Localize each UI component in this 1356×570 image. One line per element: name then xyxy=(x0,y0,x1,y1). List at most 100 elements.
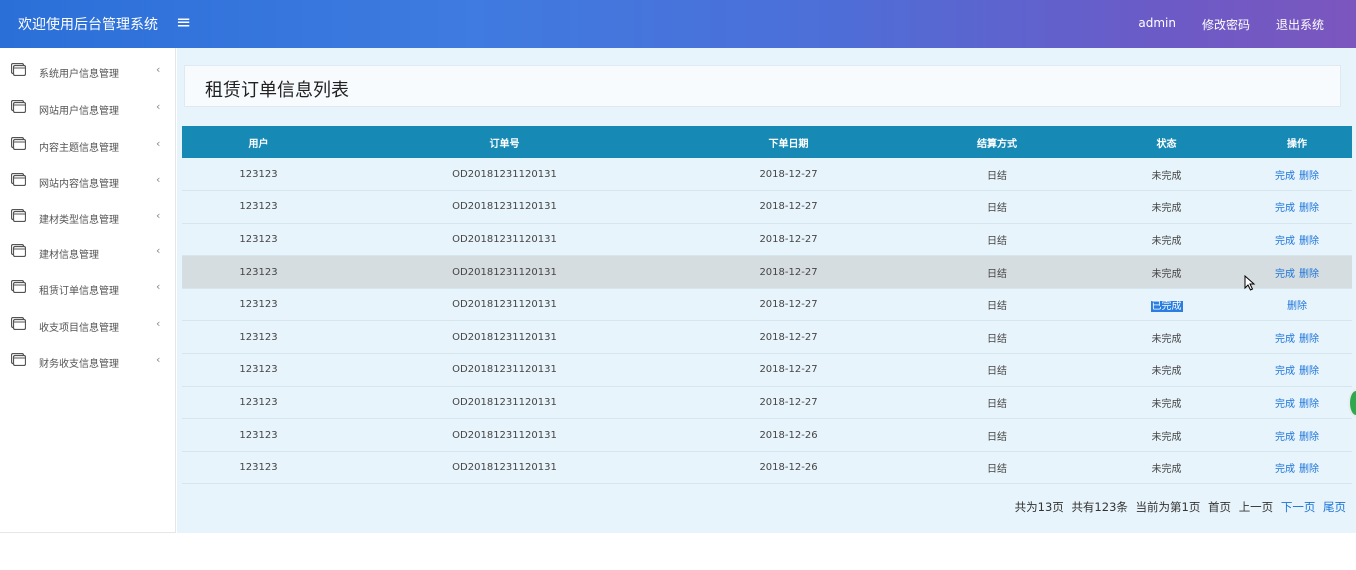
sidebar-item[interactable]: 收支项目信息管理 ‹ xyxy=(0,307,176,343)
sidebar: 系统用户信息管理 ‹ 网站用户信息管理 ‹ 内容主题信息管理 ‹ 网站内容信息管理 ‹ 建材类型… xyxy=(0,48,176,533)
table-row[interactable]: 123123 OD20181231120131 2018-12-27 日结 未完成 完成删… xyxy=(182,158,1352,191)
cell-user: 123123 xyxy=(239,233,278,245)
column-header-settle[interactable]: 结算方式 xyxy=(903,126,1091,158)
chevron-left-icon: ‹ xyxy=(156,100,161,113)
cell-settle: 日结 xyxy=(987,268,1007,280)
logout-link[interactable]: 退出系统 xyxy=(1276,16,1324,33)
status-text: 未完成 xyxy=(1151,203,1182,215)
table-row[interactable]: 123123 OD20181231120131 2018-12-26 日结 未完成 完成删… xyxy=(182,419,1352,452)
table-row[interactable]: 123123 OD20181231120131 2018-12-27 日结 已完成 删除 xyxy=(182,288,1352,321)
cell-date: 2018-12-26 xyxy=(759,429,818,441)
cell-settle: 日结 xyxy=(987,431,1007,443)
sidebar-item-label: 网站用户信息管理 xyxy=(39,106,119,117)
sidebar-item-label: 建材信息管理 xyxy=(39,250,99,261)
cell-actions: 完成 删除 xyxy=(1242,451,1352,484)
cell-date: 2018-12-27 xyxy=(759,233,818,245)
table-row[interactable]: 123123 OD20181231120131 2018-12-27 日结 未完成 完成删… xyxy=(182,321,1352,354)
sidebar-item[interactable]: 建材类型信息管理 ‹ xyxy=(0,199,176,235)
cell-order-no: OD20181231120131 xyxy=(452,462,557,474)
status-text: 已完成 xyxy=(1150,301,1183,313)
sidebar-item[interactable]: 建材信息管理 ‹ xyxy=(0,234,176,270)
cell-status: 未完成 xyxy=(1091,256,1242,289)
row-action-complete-link[interactable]: 完成 xyxy=(1275,236,1295,247)
sidebar-item[interactable]: 网站内容信息管理 ‹ xyxy=(0,163,176,199)
page-title-card: 租赁订单信息列表 xyxy=(184,65,1341,107)
cell-user: 123123 xyxy=(239,364,278,376)
cell-user: 123123 xyxy=(239,299,278,311)
row-action-complete-link[interactable]: 完成 xyxy=(1275,203,1295,214)
cell-status: 未完成 xyxy=(1091,321,1242,354)
row-action-delete-link[interactable]: 删除 xyxy=(1299,171,1319,182)
pagination: 共为13页 共有123条 当前为第1页 首页 上一页 下一页 尾页 xyxy=(1011,499,1346,515)
pager-last[interactable]: 尾页 xyxy=(1323,500,1346,514)
cell-actions: 完成 删除 xyxy=(1242,354,1352,387)
change-password-link[interactable]: 修改密码 xyxy=(1202,16,1250,33)
table-row[interactable]: 123123 OD20181231120131 2018-12-27 日结 未完成 完成删… xyxy=(182,223,1352,256)
row-action-delete-link[interactable]: 删除 xyxy=(1299,464,1319,475)
row-action-complete-link[interactable]: 完成 xyxy=(1275,399,1295,410)
table-row[interactable]: 123123 OD20181231120131 2018-12-26 日结 未完成 完成删… xyxy=(182,451,1352,484)
column-header-status[interactable]: 状态 xyxy=(1091,126,1242,158)
cell-actions: 完成 删除 xyxy=(1242,419,1352,452)
cell-order-no: OD20181231120131 xyxy=(452,299,557,311)
cell-user: 123123 xyxy=(239,168,278,180)
cell-settle: 日结 xyxy=(987,333,1007,345)
row-action-delete-link[interactable]: 删除 xyxy=(1299,334,1319,345)
row-action-delete-link[interactable]: 删除 xyxy=(1299,432,1319,443)
table-row[interactable]: 123123 OD20181231120131 2018-12-27 日结 未完成 完成删… xyxy=(182,191,1352,224)
cell-user: 123123 xyxy=(239,396,278,408)
window-icon xyxy=(11,317,26,330)
mouse-cursor-icon xyxy=(1244,275,1256,291)
sidebar-item[interactable]: 系统用户信息管理 ‹ xyxy=(0,53,176,89)
cell-settle: 日结 xyxy=(987,170,1007,182)
cell-actions: 完成 删除 xyxy=(1242,321,1352,354)
sidebar-item[interactable]: 网站用户信息管理 ‹ xyxy=(0,90,176,126)
sidebar-item-label: 租赁订单信息管理 xyxy=(39,286,119,297)
cell-status: 未完成 xyxy=(1091,451,1242,484)
sidebar-item-label: 网站内容信息管理 xyxy=(39,179,119,190)
sidebar-item[interactable]: 租赁订单信息管理 ‹ xyxy=(0,270,176,306)
row-action-delete-link[interactable]: 删除 xyxy=(1299,366,1319,377)
row-action-complete-link[interactable]: 完成 xyxy=(1275,366,1295,377)
cell-actions: 完成 删除 xyxy=(1242,158,1352,191)
cell-order-no: OD20181231120131 xyxy=(452,364,557,376)
cell-settle: 日结 xyxy=(987,398,1007,410)
row-action-complete-link[interactable]: 完成 xyxy=(1275,171,1295,182)
pager-prev[interactable]: 上一页 xyxy=(1239,500,1274,514)
row-action-delete-link[interactable]: 删除 xyxy=(1299,236,1319,247)
column-header-order-no[interactable]: 订单号 xyxy=(335,126,674,158)
pager-first[interactable]: 首页 xyxy=(1208,500,1231,514)
row-action-complete-link[interactable]: 完成 xyxy=(1275,464,1295,475)
row-action-complete-link[interactable]: 完成 xyxy=(1275,269,1295,280)
top-bar: 欢迎使用后台管理系统 ≡ admin 修改密码 退出系统 xyxy=(0,0,1356,48)
pager-next[interactable]: 下一页 xyxy=(1281,500,1316,514)
row-action-delete-link[interactable]: 删除 xyxy=(1299,399,1319,410)
cell-status: 未完成 xyxy=(1091,158,1242,191)
sidebar-item[interactable]: 内容主题信息管理 ‹ xyxy=(0,127,176,163)
main-content: 租赁订单信息列表 用户 订单号 下单日期 结算方式 状态 操作 123123 OD… xyxy=(177,48,1356,533)
chevron-left-icon: ‹ xyxy=(156,317,161,330)
table-row[interactable]: 123123 OD20181231120131 2018-12-27 日结 未完成 完成删… xyxy=(182,255,1352,289)
sidebar-item[interactable]: 财务收支信息管理 ‹ xyxy=(0,343,176,379)
cell-status: 未完成 xyxy=(1091,419,1242,452)
table-row[interactable]: 123123 OD20181231120131 2018-12-27 日结 未完成 完成删… xyxy=(182,386,1352,419)
cell-date: 2018-12-27 xyxy=(759,168,818,180)
user-name[interactable]: admin xyxy=(1138,16,1176,33)
cell-actions: 完成 删除 xyxy=(1242,386,1352,419)
menu-toggle-icon[interactable]: ≡ xyxy=(176,13,191,33)
table-row[interactable]: 123123 OD20181231120131 2018-12-27 日结 未完成 完成删… xyxy=(182,354,1352,387)
row-action-complete-link[interactable]: 完成 xyxy=(1275,432,1295,443)
row-action-complete-link[interactable]: 完成 xyxy=(1275,334,1295,345)
row-action-delete-link[interactable]: 删除 xyxy=(1299,203,1319,214)
row-action-delete-link[interactable]: 删除 xyxy=(1299,269,1319,280)
row-action-delete-link[interactable]: 删除 xyxy=(1287,301,1307,312)
column-header-date[interactable]: 下单日期 xyxy=(674,126,903,158)
column-header-user[interactable]: 用户 xyxy=(182,126,335,158)
cell-date: 2018-12-27 xyxy=(759,201,818,213)
status-text: 未完成 xyxy=(1151,366,1182,378)
chevron-left-icon: ‹ xyxy=(156,209,161,222)
top-right-nav: admin 修改密码 退出系统 xyxy=(1138,16,1324,33)
table-header-row: 用户 订单号 下单日期 结算方式 状态 操作 xyxy=(182,126,1352,158)
chevron-left-icon: ‹ xyxy=(156,244,161,257)
sidebar-item-label: 系统用户信息管理 xyxy=(39,69,119,80)
